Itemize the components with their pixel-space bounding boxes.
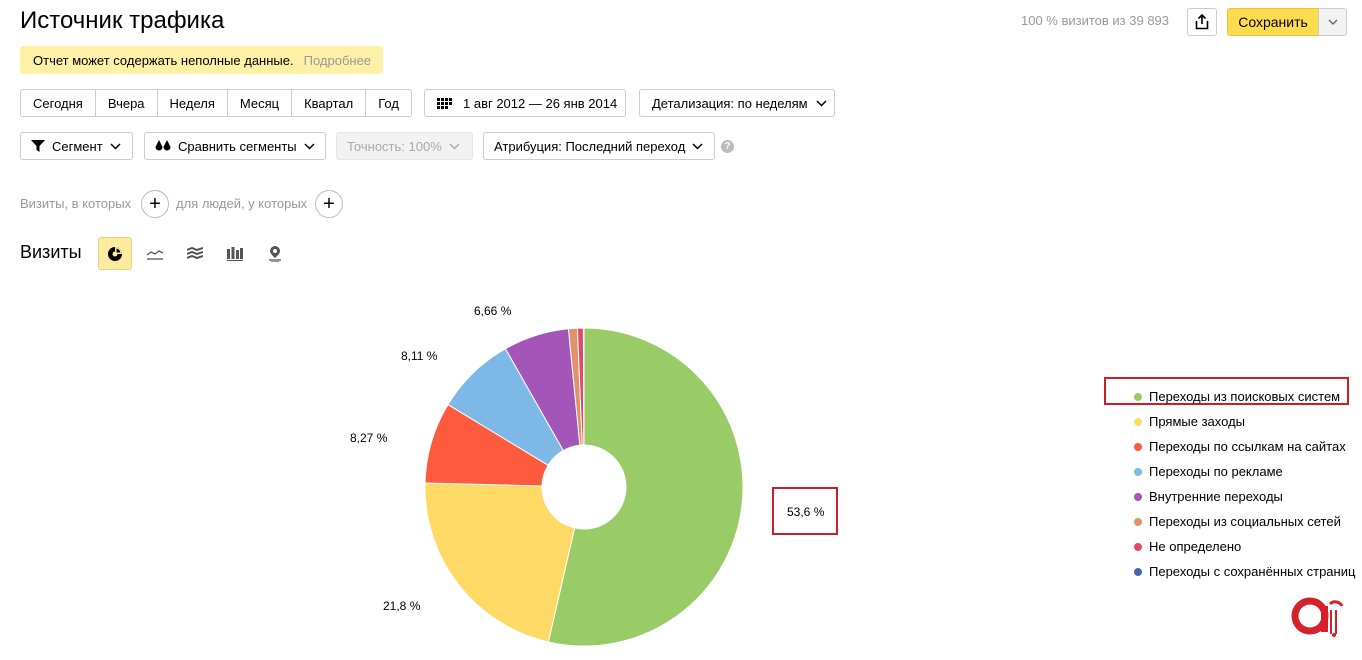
attribution-label: Атрибуция: Последний переход <box>494 138 686 154</box>
highlight-box-value <box>772 487 838 535</box>
period-week[interactable]: Неделя <box>157 90 228 116</box>
share-icon <box>1195 14 1209 30</box>
filter-icon <box>31 140 45 152</box>
date-range-label: 1 авг 2012 — 26 янв 2014 <box>463 95 618 111</box>
legend-label: Не определено <box>1149 539 1242 554</box>
legend-label: Переходы из поисковых систем <box>1149 389 1341 404</box>
legend-item[interactable]: Переходы из поисковых систем <box>1134 384 1355 409</box>
legend-item[interactable]: Переходы с сохранённых страниц <box>1134 559 1355 584</box>
accuracy-label: Точность: 100% <box>347 138 442 154</box>
pie-value-label-internal: 6,66 % <box>474 304 512 318</box>
legend-dot <box>1134 467 1142 476</box>
warning-more-link[interactable]: Подробнее <box>304 53 371 68</box>
bar-chart-icon <box>227 246 243 261</box>
add-people-condition-button[interactable]: + <box>315 190 343 218</box>
help-icon[interactable]: ? <box>721 140 734 153</box>
legend-label: Переходы из социальных сетей <box>1149 514 1341 529</box>
period-year[interactable]: Год <box>366 90 411 116</box>
pie-chart-icon <box>108 246 122 261</box>
save-options-button[interactable] <box>1318 8 1347 36</box>
chevron-down-icon <box>816 99 827 107</box>
calendar-icon <box>437 97 452 109</box>
legend-label: Переходы по рекламе <box>1149 464 1283 479</box>
pie-value-label-direct: 21,8 % <box>383 599 421 613</box>
legend-label: Прямые заходы <box>1149 414 1246 429</box>
page-title: Источник трафика <box>20 7 225 34</box>
period-today[interactable]: Сегодня <box>21 90 96 116</box>
legend-dot <box>1134 442 1142 451</box>
line-chart-icon <box>147 249 163 260</box>
chart-type-bar[interactable] <box>218 237 252 270</box>
compare-segments-button[interactable]: Сравнить сегменты <box>144 132 326 160</box>
legend-dot <box>1134 567 1142 576</box>
legend-dot <box>1134 417 1142 426</box>
legend-item[interactable]: Прямые заходы <box>1134 409 1355 434</box>
share-button[interactable] <box>1187 8 1217 36</box>
save-button[interactable]: Сохранить <box>1227 8 1319 36</box>
legend-dot <box>1134 492 1142 501</box>
incomplete-data-warning: Отчет может содержать неполные данные. П… <box>20 46 383 74</box>
compare-drops-icon <box>155 140 171 151</box>
visits-condition-label: Визиты, в которых <box>20 196 132 211</box>
attribution-dropdown[interactable]: Атрибуция: Последний переход <box>483 132 715 160</box>
add-visit-condition-button[interactable]: + <box>141 190 169 218</box>
plus-icon: + <box>323 192 335 215</box>
legend-dot <box>1134 517 1142 526</box>
chevron-down-icon <box>304 142 315 150</box>
pie-slice-direct[interactable] <box>424 482 576 643</box>
chart-section-title: Визиты <box>20 242 82 262</box>
chart-type-line[interactable] <box>138 237 172 270</box>
plus-icon: + <box>149 192 161 215</box>
legend-item[interactable]: Не определено <box>1134 534 1355 559</box>
legend-label: Переходы с сохранённых страниц <box>1149 564 1356 579</box>
chart-type-map[interactable] <box>258 237 292 270</box>
segment-label: Сегмент <box>52 138 103 154</box>
chevron-down-icon <box>110 142 121 150</box>
pie-value-label-ads: 8,11 % <box>401 349 438 363</box>
legend-dot <box>1134 392 1142 401</box>
legend-label: Внутренние переходы <box>1149 489 1283 504</box>
chart-type-pie[interactable] <box>98 237 132 270</box>
detail-dropdown[interactable]: Детализация: по неделям <box>639 89 835 117</box>
legend-item[interactable]: Переходы по ссылкам на сайтах <box>1134 434 1355 459</box>
legend-dot <box>1134 542 1142 551</box>
chevron-down-icon <box>449 142 460 150</box>
map-pin-icon <box>269 245 281 262</box>
people-condition-label: для людей, у которых <box>176 196 308 211</box>
period-month[interactable]: Месяц <box>227 90 293 116</box>
accuracy-dropdown[interactable]: Точность: 100% <box>336 132 473 160</box>
period-selector: Сегодня Вчера Неделя Месяц Квартал Год <box>20 89 412 117</box>
date-range-button[interactable]: 1 авг 2012 — 26 янв 2014 <box>424 89 626 117</box>
visits-stat: 100 % визитов из 39 893 <box>1021 13 1170 28</box>
brand-logo-icon <box>1291 597 1344 637</box>
chevron-down-icon <box>692 142 703 150</box>
legend-label: Переходы по ссылкам на сайтах <box>1149 439 1346 454</box>
period-yesterday[interactable]: Вчера <box>95 90 158 116</box>
pie-slice-saved[interactable] <box>582 327 585 446</box>
warning-text: Отчет может содержать неполные данные. <box>33 52 294 68</box>
area-chart-icon <box>187 246 203 259</box>
legend-item[interactable]: Переходы по рекламе <box>1134 459 1355 484</box>
period-quarter[interactable]: Квартал <box>292 90 367 116</box>
pie-value-label-links: 8,27 % <box>350 431 388 445</box>
chart-legend: Переходы из поисковых систем Прямые захо… <box>1134 384 1355 584</box>
legend-item[interactable]: Переходы из социальных сетей <box>1134 509 1355 534</box>
chart-type-area[interactable] <box>178 237 212 270</box>
detail-label: Детализация: по неделям <box>652 95 808 111</box>
compare-label: Сравнить сегменты <box>178 138 297 154</box>
legend-item[interactable]: Внутренние переходы <box>1134 484 1355 509</box>
segment-button[interactable]: Сегмент <box>20 132 133 160</box>
chevron-down-icon <box>1328 19 1337 25</box>
